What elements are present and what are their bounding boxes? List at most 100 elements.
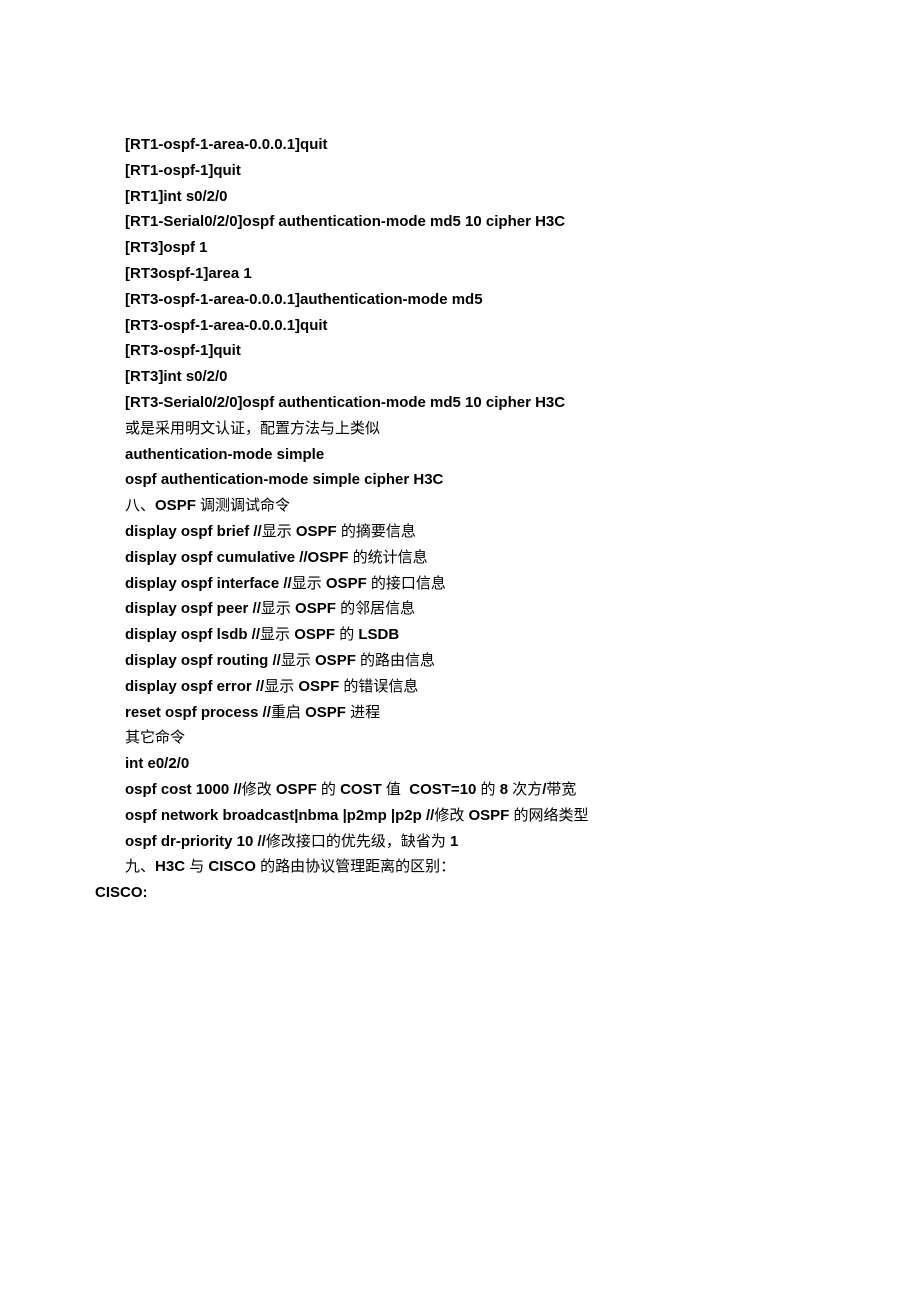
text-segment: 重启: [271, 704, 305, 721]
text-segment: 显示: [292, 575, 326, 592]
text-segment: authentication-mode simple: [125, 446, 324, 463]
text-segment: [RT3-ospf-1-area-0.0.0.1]authentication-…: [125, 291, 483, 308]
text-segment: int e0/2/0: [125, 755, 189, 772]
text-line: [RT3-ospf-1]quit: [125, 338, 920, 364]
text-segment: 显示: [260, 626, 294, 643]
text-segment: COST: [340, 781, 386, 798]
text-segment: [RT3-Serial0/2/0]ospf authentication-mod…: [125, 394, 565, 411]
text-segment: 的路由信息: [360, 652, 435, 669]
text-segment: OSPF: [326, 575, 371, 592]
text-segment: display ospf peer //: [125, 600, 261, 617]
text-segment: 其它命令: [125, 729, 185, 746]
text-line: ospf network broadcast|nbma |p2mp |p2p /…: [125, 803, 920, 829]
text-segment: H3C: [155, 858, 189, 875]
text-segment: CISCO:: [95, 884, 148, 901]
text-segment: 8: [500, 781, 513, 798]
text-segment: [RT3-ospf-1-area-0.0.0.1]quit: [125, 317, 328, 334]
text-segment: LSDB: [358, 626, 399, 643]
text-segment: 八、: [125, 497, 155, 514]
text-line: [RT1-ospf-1-area-0.0.0.1]quit: [125, 132, 920, 158]
text-segment: 显示: [262, 523, 296, 540]
text-segment: 修改接口的优先级，缺省为: [266, 833, 450, 850]
text-segment: [RT3ospf-1]area 1: [125, 265, 252, 282]
text-segment: 显示: [264, 678, 298, 695]
text-line: [RT3]ospf 1: [125, 235, 920, 261]
text-line: display ospf error //显示 OSPF 的错误信息: [125, 674, 920, 700]
text-segment: OSPF: [315, 652, 360, 669]
text-line: [RT3-Serial0/2/0]ospf authentication-mod…: [125, 390, 920, 416]
text-line: display ospf lsdb //显示 OSPF 的 LSDB: [125, 622, 920, 648]
text-segment: ospf network broadcast|nbma |p2mp |p2p /…: [125, 807, 434, 824]
text-line: CISCO:: [95, 880, 920, 906]
text-segment: 显示: [281, 652, 315, 669]
text-line: [RT3-ospf-1-area-0.0.0.1]quit: [125, 313, 920, 339]
text-segment: reset ospf process //: [125, 704, 271, 721]
text-segment: 进程: [350, 704, 380, 721]
text-segment: display ospf cumulative //OSPF: [125, 549, 353, 566]
text-segment: OSPF: [296, 523, 341, 540]
text-segment: CISCO: [208, 858, 260, 875]
text-line: [RT1-ospf-1]quit: [125, 158, 920, 184]
text-segment: 1: [450, 833, 458, 850]
text-segment: [RT1-ospf-1-area-0.0.0.1]quit: [125, 136, 328, 153]
text-segment: display ospf error //: [125, 678, 264, 695]
text-line: [RT1]int s0/2/0: [125, 184, 920, 210]
text-segment: 值: [386, 781, 409, 798]
text-segment: 次方: [512, 781, 542, 798]
text-segment: display ospf routing //: [125, 652, 281, 669]
text-segment: 或是采用明文认证，配置方法与上类似: [125, 420, 380, 437]
text-segment: 带宽: [546, 781, 576, 798]
text-segment: 九、: [125, 858, 155, 875]
text-line: display ospf cumulative //OSPF 的统计信息: [125, 545, 920, 571]
text-segment: [RT3-ospf-1]quit: [125, 342, 241, 359]
text-segment: [RT3]ospf 1: [125, 239, 208, 256]
text-segment: OSPF: [276, 781, 321, 798]
text-segment: 修改: [434, 807, 468, 824]
text-segment: 显示: [261, 600, 295, 617]
text-line: int e0/2/0: [125, 751, 920, 777]
text-line: ospf cost 1000 //修改 OSPF 的 COST 值 COST=1…: [125, 777, 920, 803]
text-segment: ospf authentication-mode simple cipher H…: [125, 471, 443, 488]
text-line: 八、OSPF 调测调试命令: [125, 493, 920, 519]
text-segment: display ospf interface //: [125, 575, 292, 592]
text-segment: 调测调试命令: [200, 497, 290, 514]
text-segment: OSPF: [468, 807, 513, 824]
text-segment: 的网络类型: [514, 807, 589, 824]
text-segment: 的摘要信息: [341, 523, 416, 540]
text-line: display ospf brief //显示 OSPF 的摘要信息: [125, 519, 920, 545]
text-segment: 的统计信息: [353, 549, 428, 566]
text-line: authentication-mode simple: [125, 442, 920, 468]
text-segment: OSPF: [295, 600, 340, 617]
text-segment: OSPF: [305, 704, 350, 721]
text-line: [RT1-Serial0/2/0]ospf authentication-mod…: [125, 209, 920, 235]
text-segment: display ospf brief //: [125, 523, 262, 540]
text-segment: OSPF: [294, 626, 339, 643]
text-segment: 的路由协议管理距离的区别：: [260, 858, 455, 875]
text-segment: 的接口信息: [371, 575, 446, 592]
text-segment: [RT1]int s0/2/0: [125, 188, 228, 205]
text-segment: [RT1-Serial0/2/0]ospf authentication-mod…: [125, 213, 565, 230]
text-segment: OSPF: [298, 678, 343, 695]
text-line: ospf dr-priority 10 //修改接口的优先级，缺省为 1: [125, 829, 920, 855]
text-line: [RT3]int s0/2/0: [125, 364, 920, 390]
text-segment: 修改: [242, 781, 276, 798]
text-segment: 的: [339, 626, 358, 643]
document-body: [RT1-ospf-1-area-0.0.0.1]quit [RT1-ospf-1…: [125, 132, 920, 906]
text-segment: 的: [321, 781, 340, 798]
text-segment: display ospf lsdb //: [125, 626, 260, 643]
text-segment: [RT1-ospf-1]quit: [125, 162, 241, 179]
text-segment: COST=10: [409, 781, 480, 798]
text-segment: 的邻居信息: [340, 600, 415, 617]
text-line: 九、H3C 与 CISCO 的路由协议管理距离的区别：: [125, 854, 920, 880]
text-segment: 的错误信息: [343, 678, 418, 695]
text-line: ospf authentication-mode simple cipher H…: [125, 467, 920, 493]
text-line: 或是采用明文认证，配置方法与上类似: [125, 416, 920, 442]
text-segment: OSPF: [155, 497, 200, 514]
text-line: [RT3-ospf-1-area-0.0.0.1]authentication-…: [125, 287, 920, 313]
text-line: reset ospf process //重启 OSPF 进程: [125, 700, 920, 726]
text-line: display ospf peer //显示 OSPF 的邻居信息: [125, 596, 920, 622]
text-line: [RT3ospf-1]area 1: [125, 261, 920, 287]
text-segment: ospf cost 1000 //: [125, 781, 242, 798]
text-line: 其它命令: [125, 725, 920, 751]
text-segment: 与: [189, 858, 208, 875]
